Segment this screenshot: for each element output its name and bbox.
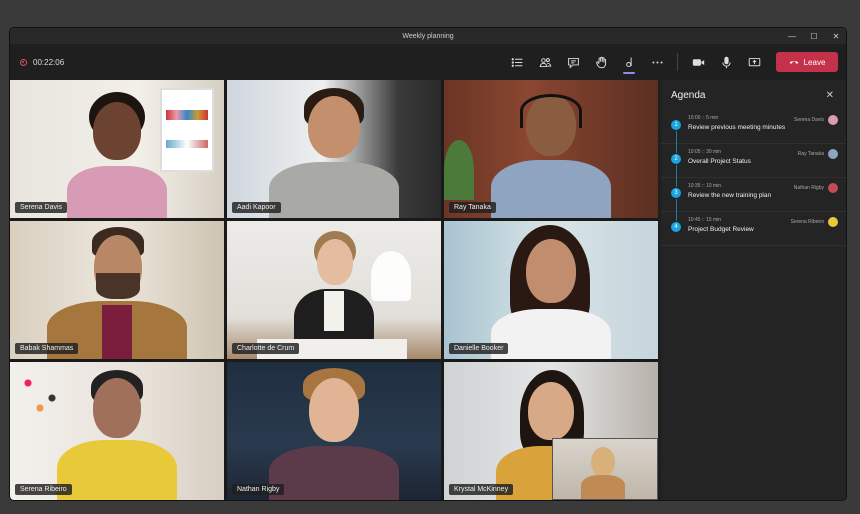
video-tile[interactable]: Nathan Rigby [227, 362, 441, 500]
agenda-item[interactable]: 3 10:35 :: 10 min Review the new trainin… [661, 178, 846, 221]
list-button[interactable] [503, 44, 531, 80]
agenda-time: 10:45 :: 15 min [688, 217, 722, 223]
participant-video [47, 370, 187, 500]
agenda-title: Agenda [671, 89, 706, 101]
mic-button[interactable] [712, 44, 740, 80]
participant-video [42, 227, 192, 359]
participant-video [476, 225, 626, 359]
participant-name: Serena Davis [15, 202, 68, 213]
toolbar-divider [677, 53, 678, 71]
participant-video [486, 88, 616, 218]
participant-name: Krystal McKinney [449, 484, 514, 495]
window-title: Weekly planning [402, 32, 454, 40]
agenda-item[interactable]: 2 10:05 :: 30 min Overall Project Status… [661, 144, 846, 187]
avatar [828, 115, 838, 125]
video-tile[interactable]: Babak Shammas [10, 221, 224, 359]
agenda-label: Review the new training plan [688, 192, 772, 199]
agenda-number: 4 [671, 222, 681, 232]
title-bar: Weekly planning — ☐ ✕ [10, 28, 846, 44]
video-tile[interactable]: Serena Davis [10, 80, 224, 218]
chat-button[interactable] [559, 44, 587, 80]
agenda-owner: Nathan Rigby [793, 185, 824, 191]
video-tile[interactable]: Danielle Booker [444, 221, 658, 359]
camera-icon [692, 58, 704, 66]
agenda-time: 10:35 :: 10 min [688, 183, 722, 189]
chat-icon [567, 57, 579, 69]
self-view [552, 438, 658, 500]
participant-video [264, 88, 404, 218]
maximize-icon[interactable]: ☐ [810, 32, 818, 41]
participant-name: Aadi Kapoor [232, 202, 281, 213]
minimize-icon[interactable]: — [788, 32, 796, 41]
agenda-owner: Serena Davis [793, 117, 824, 123]
plant [444, 140, 474, 200]
close-window-icon[interactable]: ✕ [832, 32, 840, 41]
people-icon [539, 57, 551, 67]
agenda-panel: Agenda ✕ 1 10:00 :: 5 min Review previou… [661, 80, 846, 500]
leave-label: Leave [803, 57, 826, 67]
avatar [828, 149, 838, 159]
video-tile[interactable]: Krystal McKinney [444, 362, 658, 500]
phone-icon [789, 60, 798, 64]
video-tile[interactable]: Aadi Kapoor [227, 80, 441, 218]
leave-button[interactable]: Leave [776, 52, 838, 72]
participant-name: Serena Ribeiro [15, 484, 72, 495]
agenda-owner: Ray Tanaka [797, 151, 824, 157]
raise-hand-button[interactable] [587, 44, 615, 80]
agenda-item[interactable]: 4 10:45 :: 15 min Project Budget Review … [661, 212, 846, 246]
list-icon [511, 57, 522, 67]
video-grid: Serena Davis Aadi Kapoor Ray Tanaka Baba… [10, 80, 658, 500]
agenda-item[interactable]: 1 10:00 :: 5 min Review previous meeting… [661, 110, 846, 153]
timer-text: 00:22:06 [33, 57, 65, 67]
recording-icon [20, 58, 27, 66]
share-icon [748, 57, 760, 66]
participants-button[interactable] [531, 44, 559, 80]
more-button[interactable] [643, 44, 671, 80]
agenda-number: 1 [671, 120, 681, 130]
more-icon [651, 61, 663, 63]
participant-video [57, 92, 177, 218]
agenda-owner: Serena Ribeiro [790, 219, 824, 225]
agenda-label: Review previous meeting minutes [688, 124, 786, 131]
agenda-time: 10:00 :: 5 min [688, 115, 719, 121]
avatar [828, 183, 838, 193]
agenda-label: Project Budget Review [688, 226, 754, 233]
participant-video [259, 368, 409, 500]
recording-timer: 00:22:06 [20, 58, 64, 67]
share-screen-button[interactable] [740, 44, 768, 80]
meeting-window: Weekly planning — ☐ ✕ 00:22:06 Leave Ser… [10, 28, 846, 500]
participant-name: Babak Shammas [15, 343, 79, 354]
participant-name: Charlotte de Crum [232, 343, 300, 354]
raise-hand-icon [595, 56, 606, 68]
mic-icon [721, 56, 731, 68]
agenda-header: Agenda ✕ [661, 80, 846, 110]
participant-name: Nathan Rigby [232, 484, 285, 495]
participant-name: Ray Tanaka [449, 202, 496, 213]
camera-button[interactable] [684, 44, 712, 80]
meeting-toolbar: 00:22:06 Leave [10, 44, 846, 80]
agenda-number: 2 [671, 154, 681, 164]
apps-icon [625, 57, 632, 67]
video-tile[interactable]: Serena Ribeiro [10, 362, 224, 500]
toolbar-actions: Leave [503, 44, 838, 80]
participant-name: Danielle Booker [449, 343, 509, 354]
close-icon[interactable]: ✕ [826, 90, 834, 101]
agenda-number: 3 [671, 188, 681, 198]
avatar [828, 217, 838, 227]
agenda-label: Overall Project Status [688, 158, 751, 165]
window-controls: — ☐ ✕ [788, 28, 840, 44]
agenda-time: 10:05 :: 30 min [688, 149, 722, 155]
apps-button[interactable] [615, 44, 643, 80]
video-tile[interactable]: Ray Tanaka [444, 80, 658, 218]
video-tile[interactable]: Charlotte de Crum [227, 221, 441, 359]
